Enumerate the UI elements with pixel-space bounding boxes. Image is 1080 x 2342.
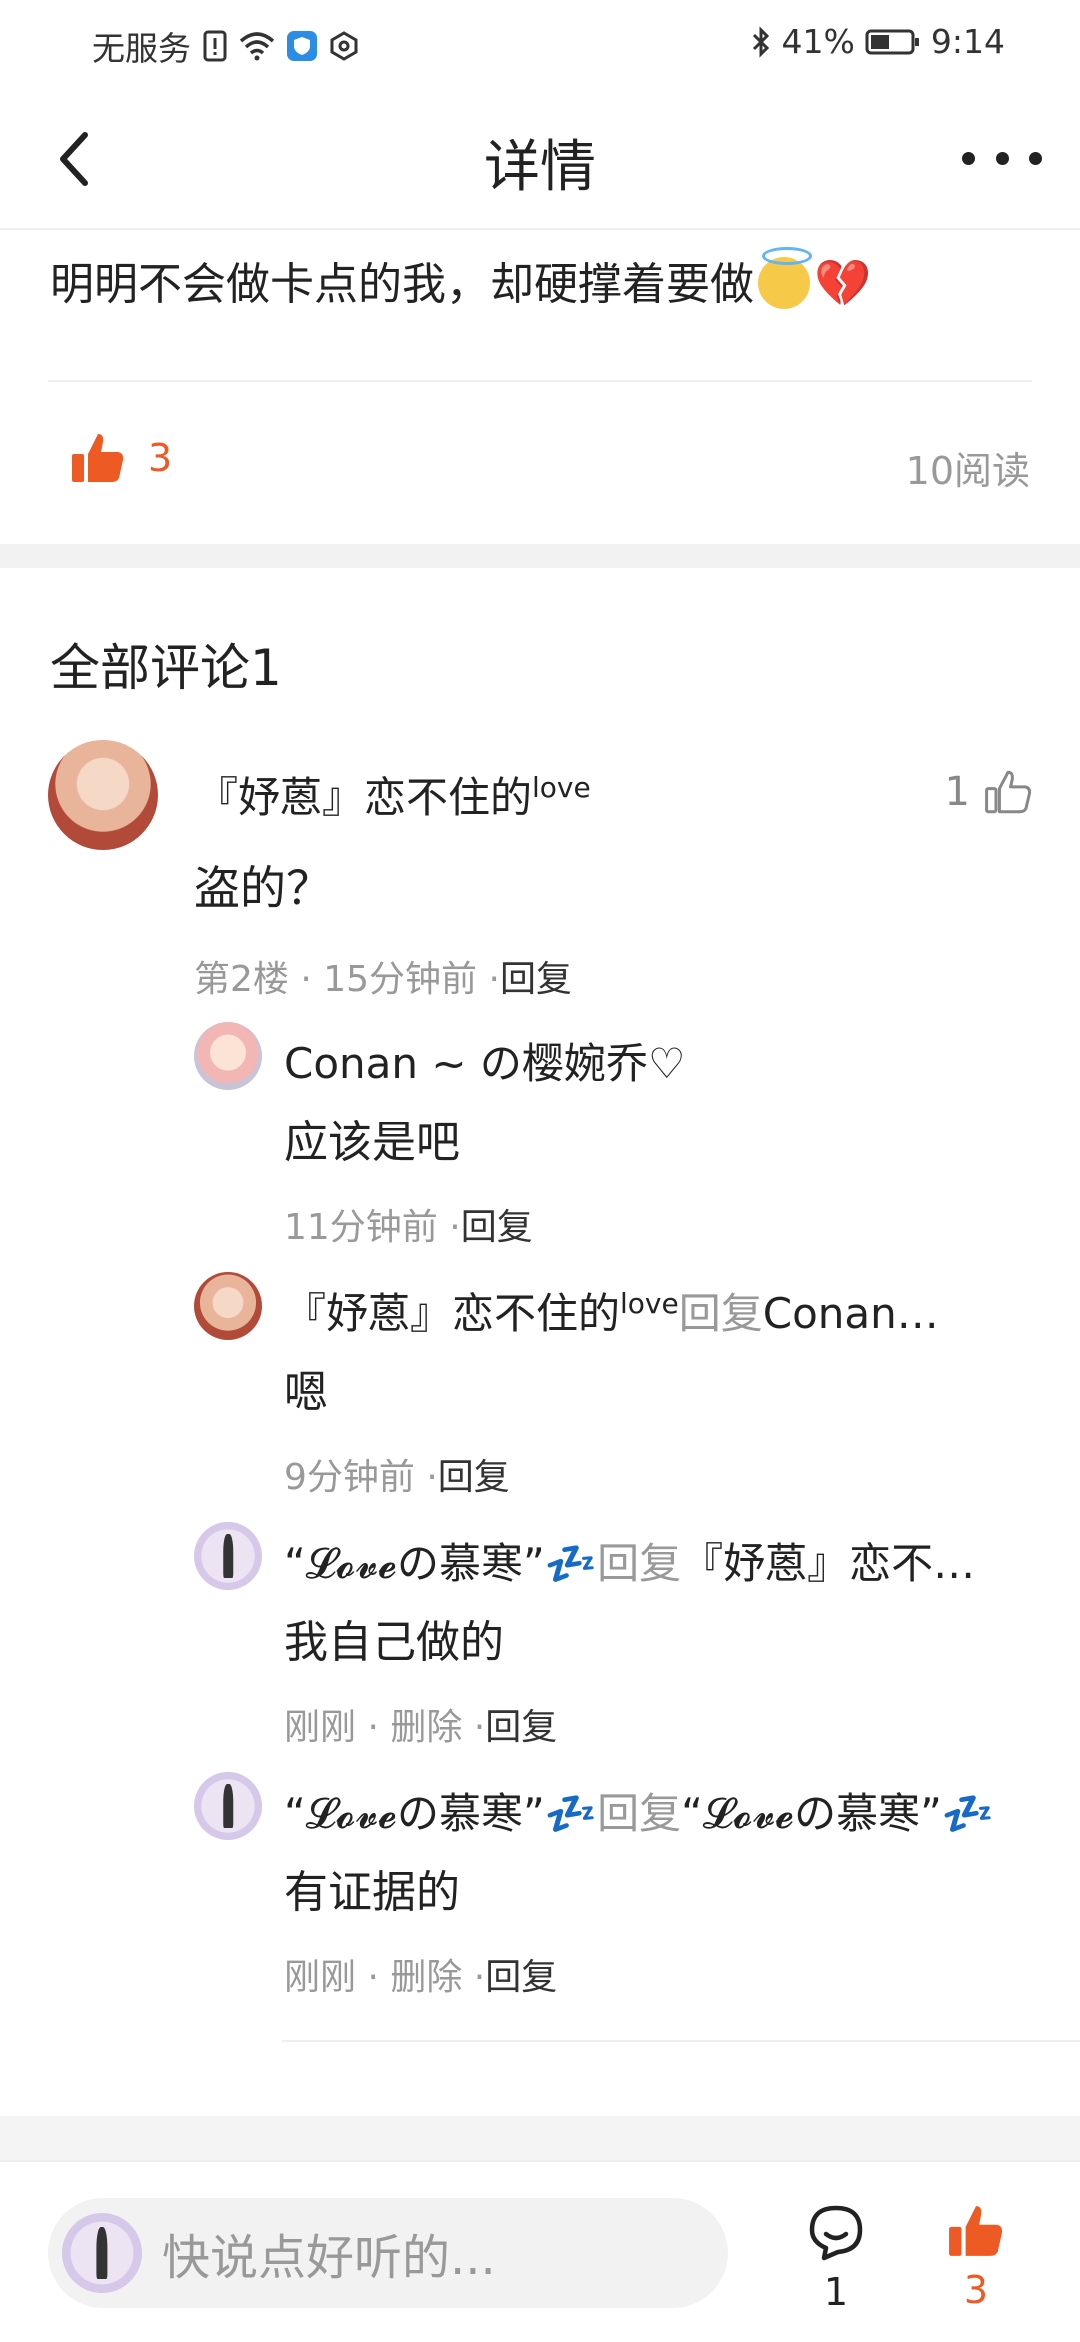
reply-meta-text: 刚刚 · 删除 · bbox=[284, 1707, 486, 1748]
comment-author-name: 『妤蒽』恋不住的 bbox=[196, 773, 533, 822]
thumbs-up-filled-icon bbox=[72, 434, 124, 482]
page-title: 详情 bbox=[484, 135, 596, 200]
section-separator bbox=[0, 2116, 1080, 2160]
avatar bbox=[62, 2213, 142, 2293]
read-count: 10阅读 bbox=[905, 449, 1030, 493]
reply-meta: 刚刚 · 删除 ·回复 bbox=[284, 1948, 557, 2000]
avatar[interactable] bbox=[194, 1522, 262, 1590]
broken-heart-emoji-icon: 💔 bbox=[814, 256, 872, 310]
comment-meta: 第2楼 · 15分钟前 ·回复 bbox=[194, 950, 572, 1002]
avatar[interactable] bbox=[194, 1022, 262, 1090]
sim-alert-icon bbox=[203, 30, 227, 62]
reply-body: 嗯 bbox=[284, 1367, 328, 1418]
dancer-figure-icon bbox=[96, 2227, 108, 2279]
comment-author-suffix: love bbox=[532, 771, 591, 804]
wifi-icon bbox=[239, 31, 275, 61]
more-options-button[interactable] bbox=[962, 128, 1042, 188]
reply-to-label: 回复 bbox=[597, 1539, 682, 1588]
battery-icon bbox=[865, 28, 921, 56]
thumbs-up-outline-icon bbox=[985, 770, 1032, 814]
reply-button[interactable]: 回复 bbox=[500, 959, 572, 1000]
comments-button[interactable]: 1 bbox=[796, 2202, 876, 2314]
reply-author[interactable]: Conan ~ の樱婉乔♡ bbox=[284, 1030, 686, 1091]
reply-button[interactable]: 回复 bbox=[485, 1707, 557, 1748]
avatar[interactable] bbox=[194, 1272, 262, 1340]
like-button[interactable]: 3 bbox=[936, 2202, 1016, 2312]
more-dot-icon bbox=[1029, 151, 1042, 165]
reply-author[interactable]: “𝓛𝓸𝓿𝓮の慕寒”💤 bbox=[284, 1789, 597, 1838]
reply-header: 『妤蒽』恋不住的love回复Conan… bbox=[284, 1280, 939, 1341]
reply-body: 我自己做的 bbox=[284, 1617, 504, 1668]
section-separator bbox=[0, 544, 1080, 568]
comment-count: 1 bbox=[823, 2270, 849, 2314]
clock: 9:14 bbox=[930, 22, 1005, 61]
reply-meta: 11分钟前 ·回复 bbox=[284, 1198, 533, 1250]
reply-button[interactable]: 回复 bbox=[438, 1457, 510, 1498]
more-dot-icon bbox=[995, 151, 1009, 165]
reply-body: 应该是吧 bbox=[284, 1117, 460, 1168]
divider bbox=[48, 380, 1032, 382]
reply-button[interactable]: 回复 bbox=[485, 1957, 557, 1998]
reply-meta: 9分钟前 ·回复 bbox=[284, 1448, 510, 1500]
reply-to-label: 回复 bbox=[597, 1789, 682, 1838]
reply-to-user[interactable]: “𝓛𝓸𝓿𝓮の慕寒”💤 bbox=[681, 1789, 994, 1838]
comment-like-button[interactable]: 1 bbox=[945, 768, 1032, 816]
reply-meta-text: 9分钟前 · bbox=[284, 1457, 438, 1498]
reply-to-user[interactable]: Conan… bbox=[763, 1289, 939, 1338]
shield-app-icon bbox=[287, 31, 317, 61]
thumbs-up-filled-icon bbox=[949, 2206, 1003, 2256]
reply-meta: 刚刚 · 删除 ·回复 bbox=[284, 1698, 557, 1750]
reply-author[interactable]: 『妤蒽』恋不住的 bbox=[284, 1289, 620, 1338]
reply-body: 有证据的 bbox=[284, 1867, 460, 1918]
status-bar: 无服务 41% 9:14 bbox=[0, 0, 1080, 88]
reply-meta-text: 11分钟前 · bbox=[284, 1207, 461, 1248]
reply-to-user[interactable]: 『妤蒽』恋不… bbox=[681, 1539, 975, 1588]
settings-hex-icon bbox=[329, 31, 359, 61]
reply-author[interactable]: “𝓛𝓸𝓿𝓮の慕寒”💤 bbox=[284, 1539, 597, 1588]
comment-body: 盗的？ bbox=[194, 861, 332, 915]
app-header: 详情 bbox=[0, 88, 1080, 230]
more-dot-icon bbox=[962, 151, 975, 165]
battery-percent: 41% bbox=[781, 22, 855, 61]
comment-author[interactable]: 『妤蒽』恋不住的love bbox=[196, 764, 591, 825]
comment-input[interactable]: 快说点好听的... bbox=[48, 2198, 728, 2308]
carrier-label: 无服务 bbox=[92, 29, 191, 68]
dancer-figure-icon bbox=[223, 1784, 233, 1828]
reply-header: “𝓛𝓸𝓿𝓮の慕寒”💤回复“𝓛𝓸𝓿𝓮の慕寒”💤 bbox=[284, 1780, 994, 1841]
like-count: 3 bbox=[963, 2268, 989, 2312]
post-text-content: 明明不会做卡点的我，却硬撑着要做 bbox=[50, 259, 754, 310]
post-like-count: 3 bbox=[148, 436, 173, 480]
comment-like-count: 1 bbox=[944, 769, 970, 815]
post-text: 明明不会做卡点的我，却硬撑着要做 💔 bbox=[50, 247, 872, 312]
dancer-figure-icon bbox=[223, 1534, 233, 1578]
reply-button[interactable]: 回复 bbox=[461, 1207, 533, 1248]
smiling-halo-emoji-icon bbox=[758, 247, 812, 309]
post-like-button[interactable]: 3 bbox=[70, 430, 172, 486]
comment-input-placeholder: 快说点好听的... bbox=[162, 2230, 496, 2286]
comment-bubble-icon bbox=[809, 2205, 863, 2261]
reply-header: “𝓛𝓸𝓿𝓮の慕寒”💤回复『妤蒽』恋不… bbox=[284, 1530, 975, 1591]
comments-section-title: 全部评论1 bbox=[50, 639, 282, 697]
avatar[interactable] bbox=[48, 740, 158, 850]
reply-meta-text: 刚刚 · 删除 · bbox=[284, 1957, 486, 1998]
bottom-action-bar: 快说点好听的... 1 3 bbox=[0, 2160, 1080, 2342]
comment-meta-text: 第2楼 · 15分钟前 · bbox=[194, 959, 500, 1000]
divider bbox=[282, 2040, 1080, 2042]
bluetooth-icon bbox=[750, 25, 772, 58]
avatar[interactable] bbox=[194, 1772, 262, 1840]
reply-author-suffix: love bbox=[620, 1287, 679, 1320]
reply-to-label: 回复 bbox=[678, 1289, 763, 1338]
